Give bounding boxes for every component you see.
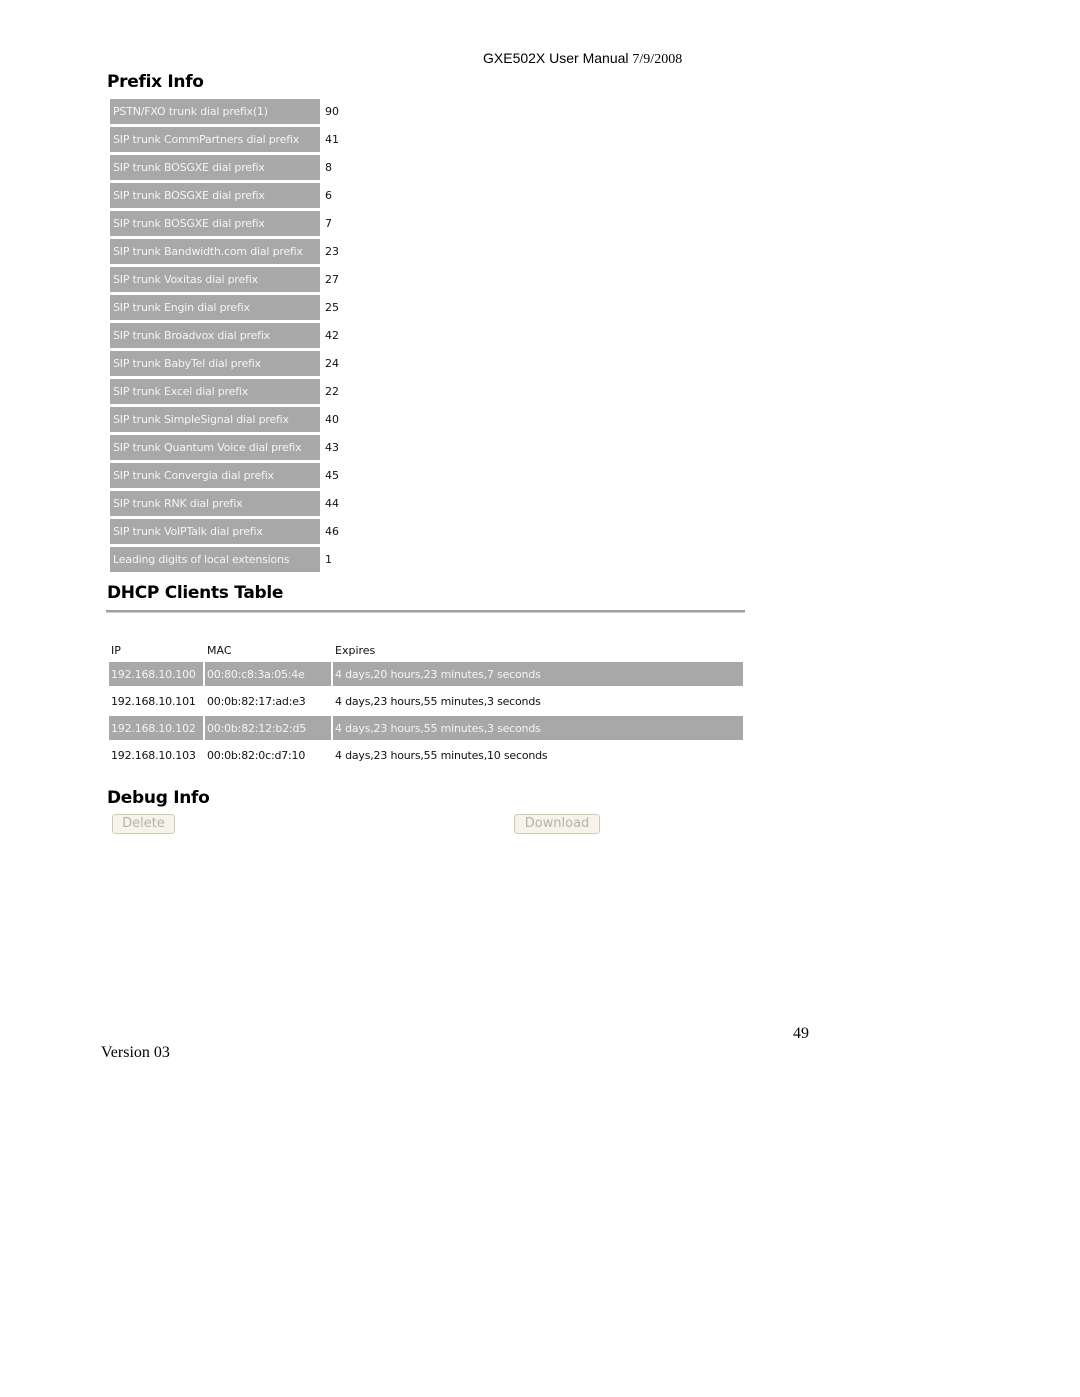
prefix-label: SIP trunk Convergia dial prefix [110,463,320,488]
cell-expires: 4 days,23 hours,55 minutes,10 seconds [333,743,743,767]
footer-version: Version 03 [101,1044,170,1061]
table-header-row: IP MAC Expires [109,641,743,659]
prefix-label: SIP trunk Engin dial prefix [110,295,320,320]
page-number: 49 [793,1025,809,1042]
cell-ip: 192.168.10.100 [109,662,203,686]
prefix-label: SIP trunk Voxitas dial prefix [110,267,320,292]
prefix-label: SIP trunk BOSGXE dial prefix [110,211,320,236]
prefix-label: PSTN/FXO trunk dial prefix(1) [110,99,320,124]
prefix-value: 41 [325,133,339,146]
prefix-value: 6 [325,189,332,202]
prefix-value: 42 [325,329,339,342]
prefix-label: SIP trunk Excel dial prefix [110,379,320,404]
cell-expires: 4 days,23 hours,55 minutes,3 seconds [333,716,743,740]
prefix-info-title: Prefix Info [107,72,204,92]
prefix-row: SIP trunk RNK dial prefix 44 [110,491,340,516]
table-row: 192.168.10.100 00:80:c8:3a:05:4e 4 days,20… [109,662,743,686]
prefix-row: SIP trunk Convergia dial prefix 45 [110,463,340,488]
prefix-row: SIP trunk BOSGXE dial prefix 8 [110,155,340,180]
column-header-mac: MAC [207,643,232,657]
prefix-label: SIP trunk BOSGXE dial prefix [110,155,320,180]
prefix-row: SIP trunk BOSGXE dial prefix 7 [110,211,340,236]
prefix-label: SIP trunk RNK dial prefix [110,491,320,516]
cell-expires: 4 days,23 hours,55 minutes,3 seconds [333,689,743,713]
prefix-value: 45 [325,469,339,482]
prefix-value: 8 [325,161,332,174]
prefix-label: SIP trunk BabyTel dial prefix [110,351,320,376]
prefix-label: SIP trunk SimpleSignal dial prefix [110,407,320,432]
manual-title: GXE502X User Manual [483,50,629,66]
prefix-row: SIP trunk Engin dial prefix 25 [110,295,340,320]
prefix-value: 23 [325,245,339,258]
cell-mac: 00:80:c8:3a:05:4e [205,662,331,686]
prefix-value: 27 [325,273,339,286]
delete-button[interactable]: Delete [112,814,175,834]
prefix-row: SIP trunk BOSGXE dial prefix 6 [110,183,340,208]
prefix-info-table: PSTN/FXO trunk dial prefix(1) 90 SIP trunk… [108,96,342,575]
prefix-label: SIP trunk Broadvox dial prefix [110,323,320,348]
prefix-value: 22 [325,385,339,398]
prefix-row: SIP trunk Broadvox dial prefix 42 [110,323,340,348]
prefix-value: 90 [325,105,339,118]
manual-date: 7/9/2008 [632,52,683,67]
cell-ip: 192.168.10.102 [109,716,203,740]
prefix-row: SIP trunk BabyTel dial prefix 24 [110,351,340,376]
table-row: 192.168.10.102 00:0b:82:12:b2:d5 4 days,23… [109,716,743,740]
prefix-row: SIP trunk CommPartners dial prefix 41 [110,127,340,152]
column-header-ip: IP [111,643,121,657]
prefix-label: SIP trunk Bandwidth.com dial prefix [110,239,320,264]
manual-header: GXE502X User Manual 7/9/2008 [483,50,682,68]
prefix-value: 24 [325,357,339,370]
prefix-row: SIP trunk SimpleSignal dial prefix 40 [110,407,340,432]
prefix-row: SIP trunk VoIPTalk dial prefix 46 [110,519,340,544]
cell-mac: 00:0b:82:12:b2:d5 [205,716,331,740]
dhcp-clients-title: DHCP Clients Table [107,583,284,603]
cell-expires: 4 days,20 hours,23 minutes,7 seconds [333,662,743,686]
prefix-value: 46 [325,525,339,538]
cell-ip: 192.168.10.101 [109,689,203,713]
prefix-value: 25 [325,301,339,314]
cell-mac: 00:0b:82:0c:d7:10 [205,743,331,767]
prefix-row: SIP trunk Voxitas dial prefix 27 [110,267,340,292]
cell-ip: 192.168.10.103 [109,743,203,767]
download-button[interactable]: Download [514,814,600,834]
section-divider [106,610,745,613]
dhcp-clients-table: IP MAC Expires 192.168.10.100 00:80:c8:3a… [107,638,745,770]
prefix-label: Leading digits of local extensions [110,547,320,572]
prefix-row: SIP trunk Excel dial prefix 22 [110,379,340,404]
prefix-value: 7 [325,217,332,230]
prefix-value: 44 [325,497,339,510]
table-row: 192.168.10.101 00:0b:82:17:ad:e3 4 days,23… [109,689,743,713]
prefix-label: SIP trunk Quantum Voice dial prefix [110,435,320,460]
prefix-label: SIP trunk BOSGXE dial prefix [110,183,320,208]
column-header-expires: Expires [335,643,376,657]
cell-mac: 00:0b:82:17:ad:e3 [205,689,331,713]
table-row: 192.168.10.103 00:0b:82:0c:d7:10 4 days,23… [109,743,743,767]
prefix-row: SIP trunk Quantum Voice dial prefix 43 [110,435,340,460]
prefix-row: Leading digits of local extensions 1 [110,547,340,572]
prefix-row: PSTN/FXO trunk dial prefix(1) 90 [110,99,340,124]
prefix-row: SIP trunk Bandwidth.com dial prefix 23 [110,239,340,264]
debug-info-title: Debug Info [107,788,210,808]
prefix-value: 43 [325,441,339,454]
prefix-value: 40 [325,413,339,426]
prefix-label: SIP trunk VoIPTalk dial prefix [110,519,320,544]
prefix-value: 1 [325,553,332,566]
prefix-label: SIP trunk CommPartners dial prefix [110,127,320,152]
